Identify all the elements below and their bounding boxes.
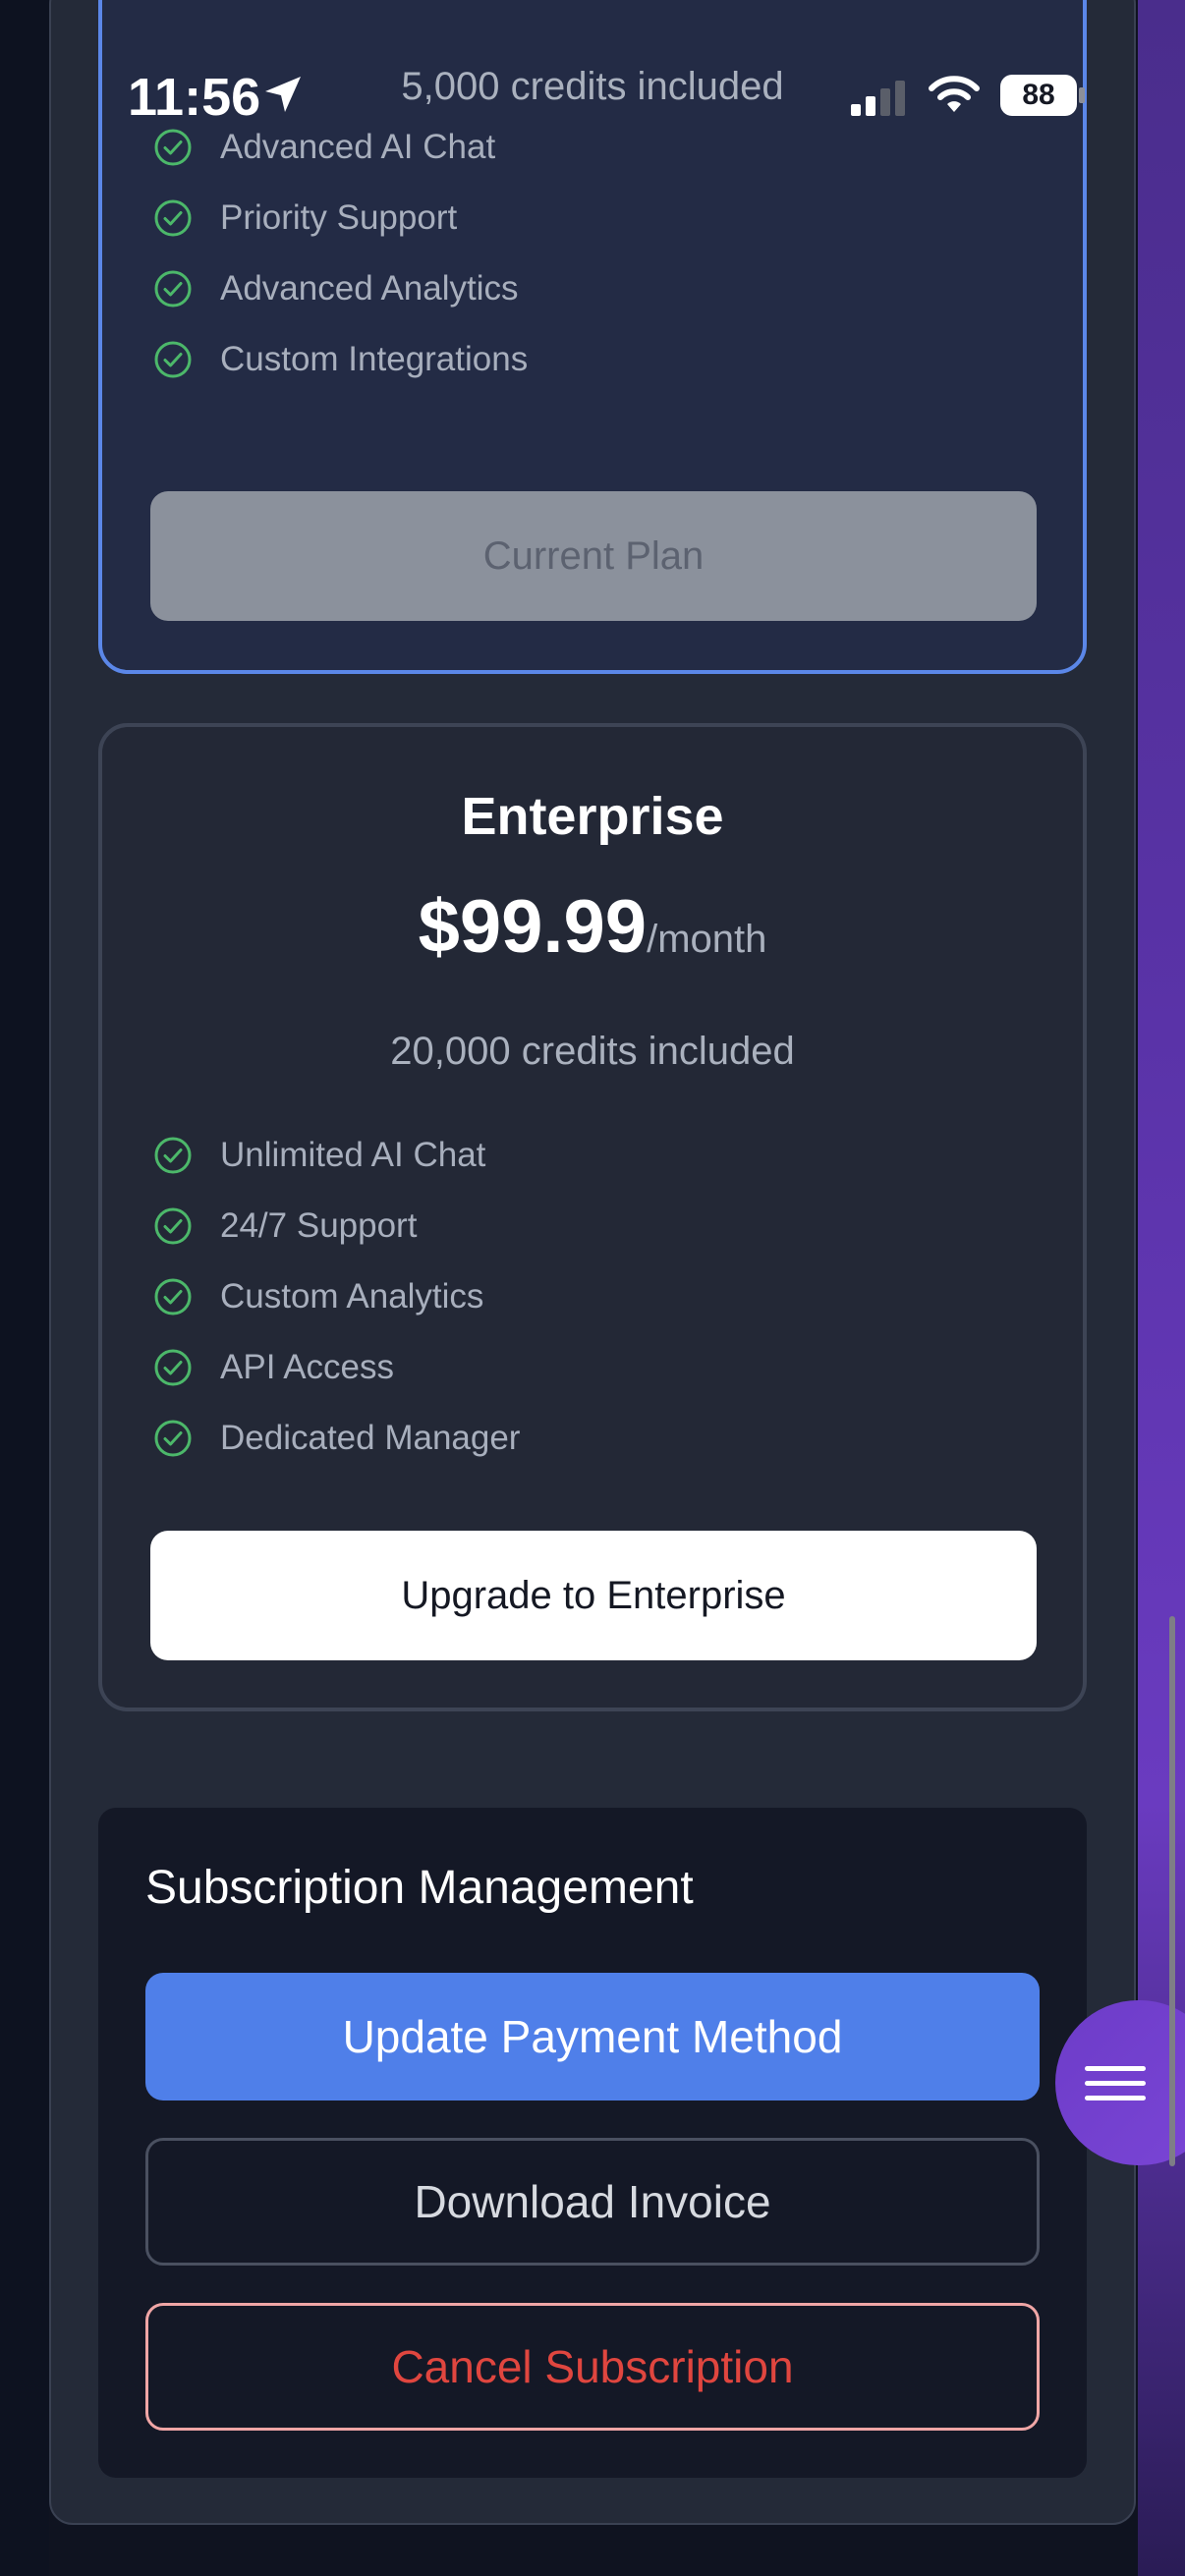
- section-title: Subscription Management: [145, 1862, 694, 1914]
- screen: 5,000 credits included Advanced AI Chat …: [0, 0, 1185, 2576]
- subscription-management-section: Subscription Management Update Payment M…: [98, 1808, 1087, 2478]
- check-circle-icon: [154, 1420, 192, 1457]
- cancel-subscription-button[interactable]: Cancel Subscription: [145, 2303, 1040, 2431]
- background-right-gradient: [1138, 0, 1185, 2576]
- background-left: [0, 0, 49, 2576]
- plan-price-row: $99.99/month: [102, 884, 1083, 970]
- current-plan-button[interactable]: Current Plan: [150, 491, 1037, 621]
- update-payment-button[interactable]: Update Payment Method: [145, 1973, 1040, 2100]
- check-circle-icon: [154, 341, 192, 378]
- feature-item: Priority Support: [153, 183, 528, 253]
- feature-item: API Access: [153, 1332, 520, 1403]
- feature-label: Dedicated Manager: [220, 1419, 521, 1457]
- feature-item: Advanced Analytics: [153, 253, 528, 324]
- feature-label: Custom Analytics: [220, 1277, 484, 1316]
- scrollbar[interactable]: [1169, 1616, 1175, 2166]
- check-circle-icon: [154, 199, 192, 237]
- feature-item: Dedicated Manager: [153, 1403, 520, 1474]
- check-circle-icon: [154, 1137, 192, 1174]
- feature-label: 24/7 Support: [220, 1206, 418, 1245]
- battery-tip: [1079, 87, 1085, 103]
- feature-label: Custom Integrations: [220, 340, 529, 378]
- plan-period: /month: [647, 918, 767, 961]
- feature-label: Unlimited AI Chat: [220, 1136, 486, 1174]
- cellular-signal-icon: [851, 81, 905, 116]
- feature-label: Priority Support: [220, 198, 458, 237]
- feature-item: Custom Integrations: [153, 324, 528, 395]
- plan-price: $99.99: [418, 885, 648, 969]
- feature-item: Custom Analytics: [153, 1261, 520, 1332]
- feature-list: Unlimited AI Chat 24/7 Support Custom An…: [153, 1120, 520, 1474]
- download-invoice-button[interactable]: Download Invoice: [145, 2138, 1040, 2266]
- feature-item: 24/7 Support: [153, 1191, 520, 1261]
- hamburger-menu-icon: [1085, 2056, 1146, 2110]
- status-time: 11:56: [128, 68, 261, 127]
- upgrade-enterprise-button[interactable]: Upgrade to Enterprise: [150, 1531, 1037, 1660]
- plan-credits: 20,000 credits included: [390, 1030, 795, 1073]
- battery-indicator: 88: [1000, 75, 1077, 116]
- feature-label: API Access: [220, 1348, 395, 1386]
- location-arrow-icon: [265, 77, 301, 112]
- status-bar: 11:56 88: [0, 0, 1185, 187]
- check-circle-icon: [154, 1349, 192, 1386]
- check-circle-icon: [154, 1278, 192, 1316]
- feature-label: Advanced Analytics: [220, 269, 519, 308]
- wifi-icon: [929, 76, 980, 112]
- plan-card-enterprise: Enterprise $99.99/month 20,000 credits i…: [98, 723, 1087, 1711]
- plan-name: Enterprise: [461, 787, 724, 846]
- check-circle-icon: [154, 1207, 192, 1245]
- feature-item: Unlimited AI Chat: [153, 1120, 520, 1191]
- check-circle-icon: [154, 270, 192, 308]
